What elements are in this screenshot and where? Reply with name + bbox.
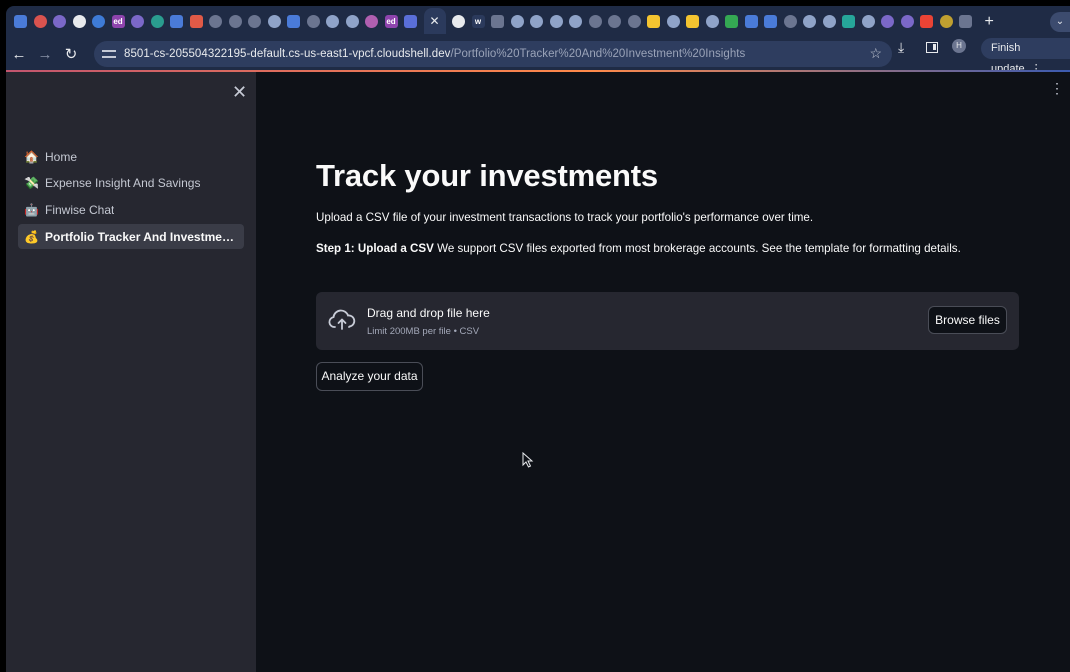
sidebar-item-expense-insight[interactable]: 💸 Expense Insight And Savings: [18, 171, 244, 196]
profile-avatar[interactable]: H: [952, 39, 966, 53]
app-tab-icon[interactable]: [588, 14, 602, 28]
step-text: We support CSV files exported from most …: [433, 242, 961, 255]
money-bag-icon: 💰: [24, 229, 39, 244]
back-arrow-icon[interactable]: ←: [6, 46, 32, 63]
app-tab-icon[interactable]: [248, 14, 261, 28]
house-icon: 🏠: [24, 149, 39, 164]
slides-tab-icon[interactable]: [647, 14, 660, 28]
browse-files-button[interactable]: Browse files: [928, 306, 1007, 334]
bookmark-star-icon[interactable]: ☆: [869, 45, 882, 62]
app-tab-icon[interactable]: [861, 14, 875, 28]
url-path: /Portfolio%20Tracker%20And%20Investment%…: [450, 48, 746, 60]
address-bar[interactable]: 8501-cs-205504322195-default.cs-us-east1…: [94, 41, 892, 67]
url-text[interactable]: 8501-cs-205504322195-default.cs-us-east1…: [124, 48, 745, 60]
record-tab-icon[interactable]: [33, 14, 47, 28]
app-tab-icon[interactable]: [803, 14, 816, 28]
main-content: ⋮ Track your investments Upload a CSV fi…: [256, 72, 1070, 672]
app-tab-icon[interactable]: [627, 14, 641, 28]
github-tab-icon[interactable]: [452, 14, 465, 28]
robot-icon: 🤖: [24, 202, 39, 217]
docs-tab-icon[interactable]: [287, 14, 300, 28]
app-tab-icon[interactable]: [131, 14, 144, 28]
step-instructions: Step 1: Upload a CSV We support CSV file…: [316, 242, 961, 255]
docs-tab-icon[interactable]: [764, 14, 777, 28]
mouse-cursor-icon: [522, 452, 534, 468]
docs-tab-icon[interactable]: [744, 14, 758, 28]
app-tab-icon[interactable]: [822, 14, 836, 28]
sidebar-nav: 🏠 Home 💸 Expense Insight And Savings 🤖 F…: [18, 144, 244, 251]
sidebar-item-label: Finwise Chat: [45, 202, 115, 217]
edx-tab-icon[interactable]: ed: [384, 14, 398, 28]
app-tab-icon[interactable]: [491, 14, 504, 28]
tab-search-chevron-icon[interactable]: ⌄: [1050, 12, 1070, 32]
app-tab-icon[interactable]: [345, 14, 359, 28]
sidebar-item-finwise-chat[interactable]: 🤖 Finwise Chat: [18, 197, 244, 222]
url-host: 8501-cs-205504322195-default.cs-us-east1…: [124, 48, 451, 60]
github-tab-icon[interactable]: [72, 14, 86, 28]
sidebar-item-home[interactable]: 🏠 Home: [18, 144, 244, 169]
forward-arrow-icon[interactable]: →: [32, 46, 58, 63]
sidebar-item-label: Expense Insight And Savings: [45, 176, 201, 191]
finish-update-button[interactable]: Finish update ⋮: [981, 38, 1070, 75]
app-tab-icon[interactable]: [842, 14, 855, 28]
money-wings-icon: 💸: [24, 176, 39, 191]
side-panel-icon[interactable]: [926, 42, 938, 53]
app-tab-icon[interactable]: [150, 14, 164, 28]
sidebar-item-portfolio-tracker[interactable]: 💰 Portfolio Tracker And Investment In...: [18, 224, 244, 250]
intro-text: Upload a CSV file of your investment tra…: [316, 211, 814, 224]
step-label: Step 1: Upload a CSV: [316, 242, 434, 255]
sidebar: ✕ 🏠 Home 💸 Expense Insight And Savings 🤖…: [6, 72, 256, 672]
app-tab-icon[interactable]: [549, 14, 563, 28]
page-title: Track your investments: [316, 158, 658, 193]
figma-tab-icon[interactable]: [189, 14, 203, 28]
edx-tab-icon[interactable]: ed: [111, 14, 125, 28]
site-settings-icon[interactable]: [102, 49, 116, 59]
drive-tab-icon[interactable]: [725, 14, 738, 28]
app-tab-icon[interactable]: [881, 14, 894, 28]
file-dropzone[interactable]: Drag and drop file here Limit 200MB per …: [316, 292, 1019, 350]
sidebar-item-label: Portfolio Tracker And Investment In...: [45, 229, 240, 244]
gmail-tab-icon[interactable]: [920, 14, 933, 28]
analyze-data-button[interactable]: Analyze your data: [316, 362, 423, 391]
app-menu-kebab-icon[interactable]: ⋮: [1050, 80, 1064, 97]
dropzone-title: Drag and drop file here: [367, 306, 490, 320]
sidebar-item-label: Home: [45, 149, 78, 164]
browser-chrome: ed ed ✕ w + ⌄ ← → ↻ 8501-cs-205504322195…: [6, 6, 1070, 70]
app-tab-icon[interactable]: [365, 14, 378, 28]
app-tab-icon[interactable]: w: [471, 14, 485, 28]
docs-tab-icon[interactable]: [14, 14, 27, 28]
app-tab-icon[interactable]: [404, 14, 417, 28]
app-tab-icon[interactable]: [705, 14, 719, 28]
tab-strip: ed ed ✕ w + ⌄: [6, 6, 1070, 36]
app-tab-icon[interactable]: [530, 14, 543, 28]
github-tab-icon[interactable]: [608, 14, 621, 28]
app-tab-icon[interactable]: [666, 14, 680, 28]
active-tab-close-icon[interactable]: ✕: [423, 8, 446, 34]
nav-bar: ← → ↻ 8501-cs-205504322195-default.cs-us…: [6, 38, 1070, 70]
app-tab-icon[interactable]: [939, 14, 953, 28]
app-tab-icon[interactable]: [92, 14, 105, 28]
app-tab-icon[interactable]: [326, 14, 339, 28]
app-tab-icon[interactable]: [569, 14, 582, 28]
app-tab-icon[interactable]: [306, 14, 320, 28]
app-tab-icon[interactable]: [53, 14, 66, 28]
new-tab-plus-icon[interactable]: +: [985, 13, 994, 29]
app-tab-icon[interactable]: [900, 14, 914, 28]
app-tab-icon[interactable]: [267, 14, 281, 28]
app-tab-icon[interactable]: [209, 14, 222, 28]
app-tab-icon[interactable]: [783, 14, 797, 28]
download-icon[interactable]: ⤓: [898, 39, 904, 56]
app-tab-icon[interactable]: [959, 14, 972, 28]
cloud-upload-icon: [328, 309, 356, 330]
docs-tab-icon[interactable]: [170, 14, 183, 28]
reload-icon[interactable]: ↻: [58, 45, 84, 63]
slides-tab-icon[interactable]: [686, 14, 699, 28]
globe-tab-icon[interactable]: [510, 14, 524, 28]
github-tab-icon[interactable]: [228, 14, 242, 28]
close-sidebar-icon[interactable]: ✕: [232, 82, 247, 103]
dropzone-limit-text: Limit 200MB per file • CSV: [367, 326, 480, 337]
